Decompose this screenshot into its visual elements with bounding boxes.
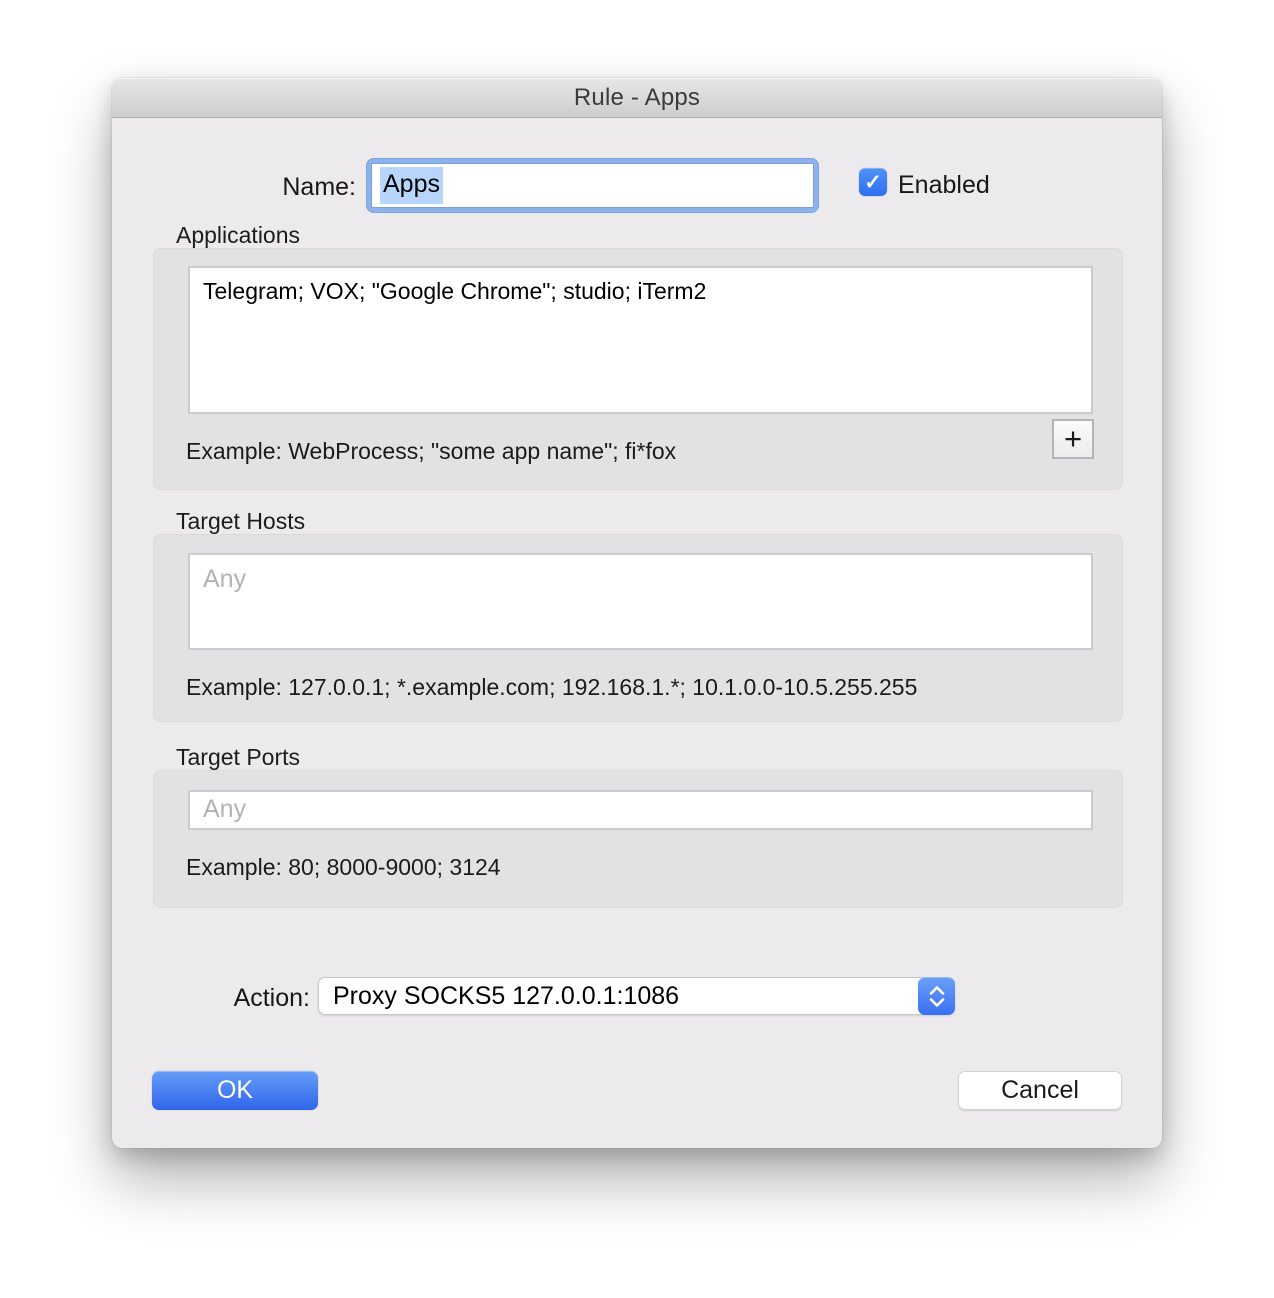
target-ports-example-text: Example: 80; 8000-9000; 3124 — [186, 854, 501, 881]
dropdown-stepper — [918, 977, 955, 1015]
chevron-up-icon — [929, 986, 945, 995]
enabled-checkbox[interactable]: ✓ — [859, 168, 887, 196]
target-ports-group-box: Example: 80; 8000-9000; 3124 — [153, 770, 1123, 908]
action-label: Action: — [172, 984, 310, 1013]
applications-section-label: Applications — [176, 222, 300, 249]
action-dropdown[interactable]: Proxy SOCKS5 127.0.0.1:1086 — [318, 977, 955, 1015]
action-dropdown-selected-value: Proxy SOCKS5 127.0.0.1:1086 — [319, 982, 918, 1011]
add-application-button[interactable]: + — [1052, 419, 1094, 459]
cancel-button[interactable]: Cancel — [958, 1071, 1122, 1110]
applications-example-text: Example: WebProcess; "some app name"; fi… — [186, 438, 676, 465]
rule-dialog-window: Rule - Apps Name: Apps ✓ Enabled Applica… — [112, 78, 1162, 1148]
chevron-down-icon — [929, 998, 945, 1007]
target-ports-section-label: Target Ports — [176, 744, 300, 771]
target-hosts-group-box: Example: 127.0.0.1; *.example.com; 192.1… — [153, 534, 1123, 722]
target-ports-input[interactable] — [188, 790, 1093, 830]
plus-icon: + — [1064, 421, 1082, 457]
target-hosts-textarea[interactable] — [188, 553, 1093, 650]
name-input-selected-text: Apps — [380, 167, 443, 204]
applications-textarea[interactable]: Telegram; VOX; "Google Chrome"; studio; … — [188, 266, 1093, 414]
name-input-focus-ring: Apps — [366, 158, 819, 213]
applications-group-box: Telegram; VOX; "Google Chrome"; studio; … — [153, 248, 1123, 490]
enabled-label: Enabled — [898, 171, 990, 200]
target-hosts-example-text: Example: 127.0.0.1; *.example.com; 192.1… — [186, 674, 917, 701]
window-title: Rule - Apps — [574, 84, 700, 112]
ok-button[interactable]: OK — [152, 1071, 318, 1110]
name-input[interactable]: Apps — [371, 163, 814, 208]
name-label: Name: — [232, 173, 356, 202]
checkmark-icon: ✓ — [864, 170, 882, 195]
target-hosts-section-label: Target Hosts — [176, 508, 305, 535]
titlebar[interactable]: Rule - Apps — [112, 78, 1162, 118]
